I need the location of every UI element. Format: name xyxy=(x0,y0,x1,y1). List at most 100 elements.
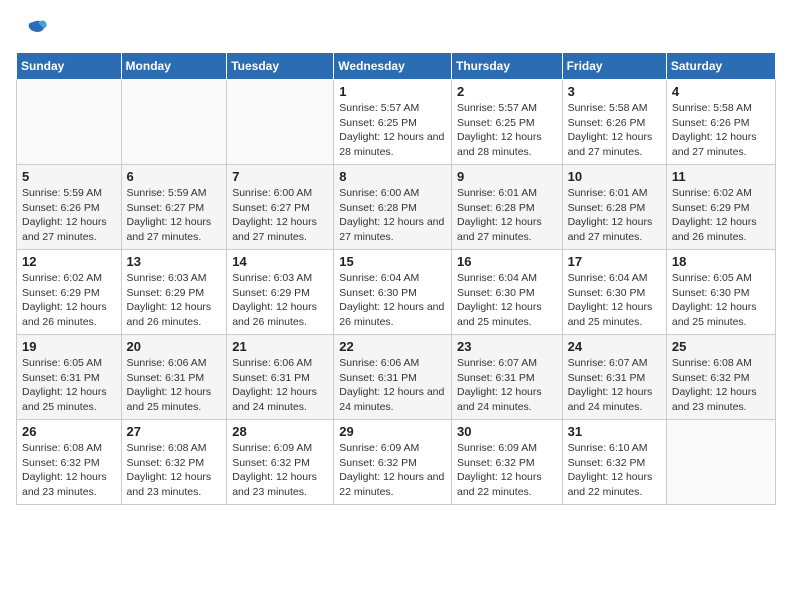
day-info: Sunrise: 6:07 AMSunset: 6:31 PMDaylight:… xyxy=(568,356,661,415)
logo xyxy=(16,16,48,44)
day-info: Sunrise: 5:57 AMSunset: 6:25 PMDaylight:… xyxy=(457,101,557,160)
day-info: Sunrise: 6:10 AMSunset: 6:32 PMDaylight:… xyxy=(568,441,661,500)
calendar-cell: 24 Sunrise: 6:07 AMSunset: 6:31 PMDayligh… xyxy=(562,335,666,420)
day-info: Sunrise: 6:09 AMSunset: 6:32 PMDaylight:… xyxy=(232,441,328,500)
calendar-cell: 4 Sunrise: 5:58 AMSunset: 6:26 PMDaylight… xyxy=(666,80,775,165)
calendar-cell: 22 Sunrise: 6:06 AMSunset: 6:31 PMDayligh… xyxy=(334,335,452,420)
header-monday: Monday xyxy=(121,53,227,80)
day-number: 1 xyxy=(339,84,446,99)
day-info: Sunrise: 6:01 AMSunset: 6:28 PMDaylight:… xyxy=(457,186,557,245)
header-saturday: Saturday xyxy=(666,53,775,80)
day-info: Sunrise: 6:04 AMSunset: 6:30 PMDaylight:… xyxy=(457,271,557,330)
day-info: Sunrise: 5:57 AMSunset: 6:25 PMDaylight:… xyxy=(339,101,446,160)
calendar-cell: 11 Sunrise: 6:02 AMSunset: 6:29 PMDayligh… xyxy=(666,165,775,250)
day-info: Sunrise: 6:08 AMSunset: 6:32 PMDaylight:… xyxy=(127,441,222,500)
day-number: 7 xyxy=(232,169,328,184)
page-header xyxy=(16,16,776,44)
header-wednesday: Wednesday xyxy=(334,53,452,80)
day-number: 2 xyxy=(457,84,557,99)
day-number: 3 xyxy=(568,84,661,99)
day-number: 13 xyxy=(127,254,222,269)
day-info: Sunrise: 6:09 AMSunset: 6:32 PMDaylight:… xyxy=(457,441,557,500)
day-number: 23 xyxy=(457,339,557,354)
calendar-week-2: 5 Sunrise: 5:59 AMSunset: 6:26 PMDaylight… xyxy=(17,165,776,250)
calendar-cell: 26Sunrise: 6:08 AMSunset: 6:32 PMDayligh… xyxy=(17,420,122,505)
calendar-cell: 29Sunrise: 6:09 AMSunset: 6:32 PMDayligh… xyxy=(334,420,452,505)
day-info: Sunrise: 6:00 AMSunset: 6:27 PMDaylight:… xyxy=(232,186,328,245)
calendar-cell: 10 Sunrise: 6:01 AMSunset: 6:28 PMDayligh… xyxy=(562,165,666,250)
calendar-cell: 9 Sunrise: 6:01 AMSunset: 6:28 PMDaylight… xyxy=(451,165,562,250)
calendar-table: SundayMondayTuesdayWednesdayThursdayFrid… xyxy=(16,52,776,505)
day-number: 17 xyxy=(568,254,661,269)
calendar-cell: 28 Sunrise: 6:09 AMSunset: 6:32 PMDayligh… xyxy=(227,420,334,505)
day-number: 28 xyxy=(232,424,328,439)
day-number: 19 xyxy=(22,339,116,354)
calendar-cell: 16 Sunrise: 6:04 AMSunset: 6:30 PMDayligh… xyxy=(451,250,562,335)
calendar-cell: 27 Sunrise: 6:08 AMSunset: 6:32 PMDayligh… xyxy=(121,420,227,505)
calendar-cell: 12Sunrise: 6:02 AMSunset: 6:29 PMDayligh… xyxy=(17,250,122,335)
day-info: Sunrise: 6:00 AMSunset: 6:28 PMDaylight:… xyxy=(339,186,446,245)
calendar-cell: 5 Sunrise: 5:59 AMSunset: 6:26 PMDaylight… xyxy=(17,165,122,250)
day-number: 9 xyxy=(457,169,557,184)
calendar-cell: 23 Sunrise: 6:07 AMSunset: 6:31 PMDayligh… xyxy=(451,335,562,420)
day-info: Sunrise: 6:06 AMSunset: 6:31 PMDaylight:… xyxy=(127,356,222,415)
calendar-header-row: SundayMondayTuesdayWednesdayThursdayFrid… xyxy=(17,53,776,80)
day-info: Sunrise: 6:05 AMSunset: 6:30 PMDaylight:… xyxy=(672,271,770,330)
day-info: Sunrise: 5:58 AMSunset: 6:26 PMDaylight:… xyxy=(568,101,661,160)
calendar-cell: 1 Sunrise: 5:57 AMSunset: 6:25 PMDaylight… xyxy=(334,80,452,165)
calendar-cell xyxy=(17,80,122,165)
day-info: Sunrise: 6:04 AMSunset: 6:30 PMDaylight:… xyxy=(339,271,446,330)
header-friday: Friday xyxy=(562,53,666,80)
day-number: 24 xyxy=(568,339,661,354)
day-number: 18 xyxy=(672,254,770,269)
day-number: 30 xyxy=(457,424,557,439)
day-number: 22 xyxy=(339,339,446,354)
calendar-week-1: 1 Sunrise: 5:57 AMSunset: 6:25 PMDaylight… xyxy=(17,80,776,165)
day-number: 29 xyxy=(339,424,446,439)
day-info: Sunrise: 6:03 AMSunset: 6:29 PMDaylight:… xyxy=(127,271,222,330)
day-info: Sunrise: 6:06 AMSunset: 6:31 PMDaylight:… xyxy=(339,356,446,415)
calendar-cell: 6 Sunrise: 5:59 AMSunset: 6:27 PMDaylight… xyxy=(121,165,227,250)
calendar-cell: 21 Sunrise: 6:06 AMSunset: 6:31 PMDayligh… xyxy=(227,335,334,420)
header-thursday: Thursday xyxy=(451,53,562,80)
header-tuesday: Tuesday xyxy=(227,53,334,80)
header-sunday: Sunday xyxy=(17,53,122,80)
day-number: 6 xyxy=(127,169,222,184)
day-number: 27 xyxy=(127,424,222,439)
calendar-cell: 20 Sunrise: 6:06 AMSunset: 6:31 PMDayligh… xyxy=(121,335,227,420)
day-number: 12 xyxy=(22,254,116,269)
day-info: Sunrise: 6:08 AMSunset: 6:32 PMDaylight:… xyxy=(22,441,116,500)
calendar-cell: 7 Sunrise: 6:00 AMSunset: 6:27 PMDaylight… xyxy=(227,165,334,250)
day-info: Sunrise: 5:58 AMSunset: 6:26 PMDaylight:… xyxy=(672,101,770,160)
day-info: Sunrise: 6:04 AMSunset: 6:30 PMDaylight:… xyxy=(568,271,661,330)
day-number: 14 xyxy=(232,254,328,269)
calendar-cell: 25 Sunrise: 6:08 AMSunset: 6:32 PMDayligh… xyxy=(666,335,775,420)
calendar-cell: 19Sunrise: 6:05 AMSunset: 6:31 PMDayligh… xyxy=(17,335,122,420)
day-number: 15 xyxy=(339,254,446,269)
day-number: 4 xyxy=(672,84,770,99)
calendar-cell xyxy=(121,80,227,165)
day-info: Sunrise: 6:06 AMSunset: 6:31 PMDaylight:… xyxy=(232,356,328,415)
day-number: 8 xyxy=(339,169,446,184)
day-info: Sunrise: 5:59 AMSunset: 6:27 PMDaylight:… xyxy=(127,186,222,245)
day-number: 11 xyxy=(672,169,770,184)
calendar-week-3: 12Sunrise: 6:02 AMSunset: 6:29 PMDayligh… xyxy=(17,250,776,335)
calendar-cell: 15 Sunrise: 6:04 AMSunset: 6:30 PMDayligh… xyxy=(334,250,452,335)
day-info: Sunrise: 5:59 AMSunset: 6:26 PMDaylight:… xyxy=(22,186,116,245)
calendar-cell: 3 Sunrise: 5:58 AMSunset: 6:26 PMDaylight… xyxy=(562,80,666,165)
day-number: 31 xyxy=(568,424,661,439)
day-info: Sunrise: 6:01 AMSunset: 6:28 PMDaylight:… xyxy=(568,186,661,245)
day-number: 10 xyxy=(568,169,661,184)
calendar-cell: 2 Sunrise: 5:57 AMSunset: 6:25 PMDaylight… xyxy=(451,80,562,165)
day-number: 20 xyxy=(127,339,222,354)
day-info: Sunrise: 6:08 AMSunset: 6:32 PMDaylight:… xyxy=(672,356,770,415)
calendar-cell: 31 Sunrise: 6:10 AMSunset: 6:32 PMDayligh… xyxy=(562,420,666,505)
day-info: Sunrise: 6:07 AMSunset: 6:31 PMDaylight:… xyxy=(457,356,557,415)
day-number: 21 xyxy=(232,339,328,354)
day-number: 5 xyxy=(22,169,116,184)
day-number: 16 xyxy=(457,254,557,269)
day-number: 25 xyxy=(672,339,770,354)
calendar-week-4: 19Sunrise: 6:05 AMSunset: 6:31 PMDayligh… xyxy=(17,335,776,420)
calendar-cell: 8 Sunrise: 6:00 AMSunset: 6:28 PMDaylight… xyxy=(334,165,452,250)
day-info: Sunrise: 6:02 AMSunset: 6:29 PMDaylight:… xyxy=(672,186,770,245)
